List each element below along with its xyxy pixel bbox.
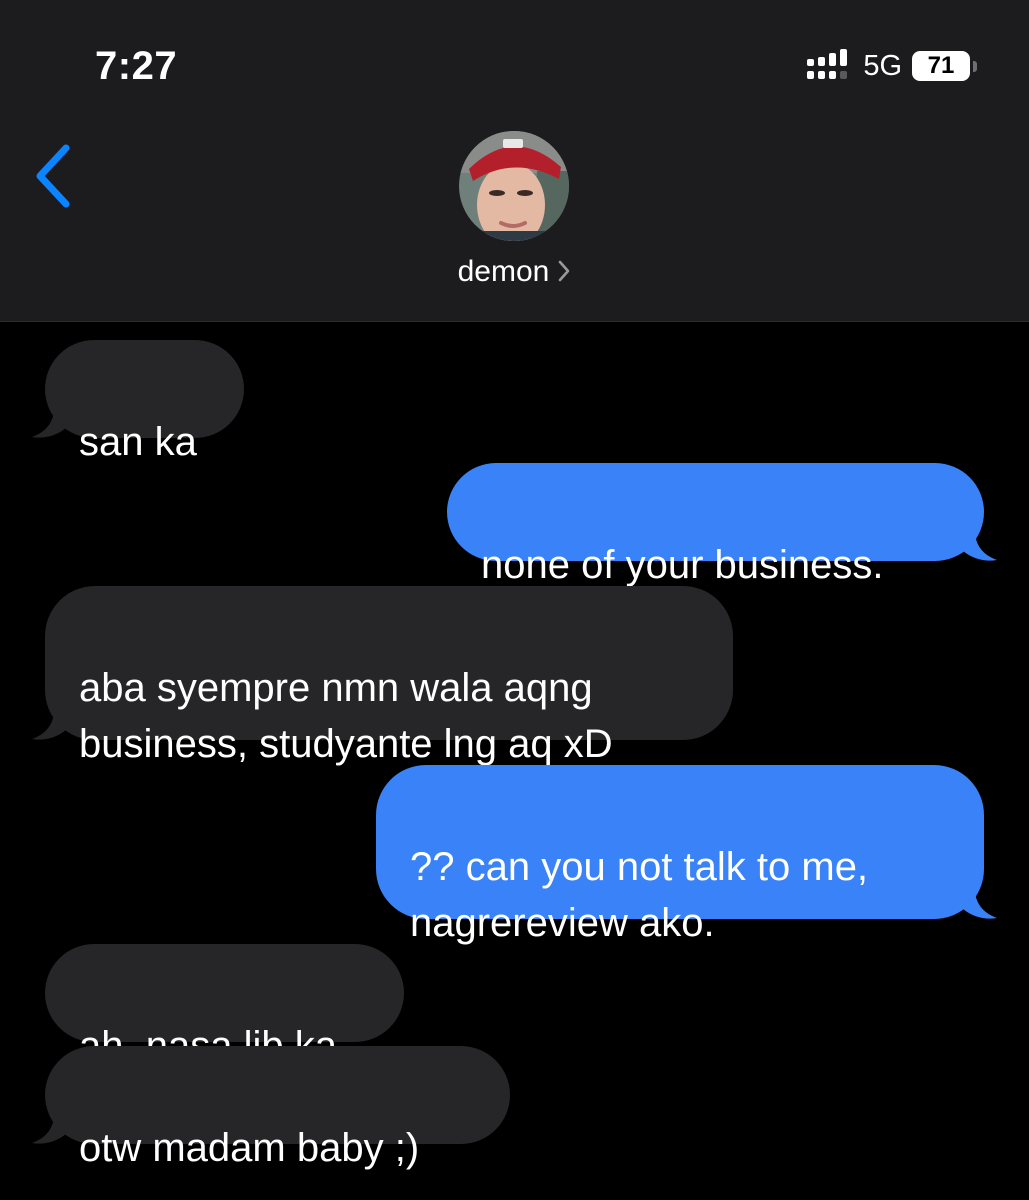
- message-bubble-sent[interactable]: none of your business.: [447, 463, 984, 587]
- status-time: 7:27: [95, 44, 178, 88]
- message-bubble-received[interactable]: aba syempre nmn wala aqng business, stud…: [45, 586, 733, 766]
- avatar-image: [459, 131, 569, 241]
- battery-icon: 71: [912, 51, 970, 81]
- bubble-tail: [963, 889, 997, 919]
- battery-tip: [973, 60, 977, 72]
- bubble-tail: [32, 1114, 66, 1144]
- message-text: san ka: [79, 420, 197, 464]
- contact-avatar[interactable]: [459, 131, 569, 241]
- message-bubble-received[interactable]: otw madam baby ;): [45, 1046, 510, 1170]
- message-bubble-received[interactable]: san ka: [45, 340, 244, 464]
- contact-name-button[interactable]: demon: [0, 252, 1029, 292]
- conversation-header: 7:27 5G 71 demon: [0, 0, 1029, 322]
- message-bubble-received[interactable]: ah, nasa lib ka: [45, 944, 404, 1068]
- chevron-right-icon: [559, 260, 570, 282]
- bubble-tail: [963, 531, 997, 561]
- message-text: ?? can you not talk to me, nagrereview a…: [410, 845, 869, 945]
- status-indicators: 5G 71: [807, 48, 977, 84]
- contact-name: demon: [457, 255, 550, 288]
- network-type: 5G: [863, 50, 902, 82]
- bubble-tail: [32, 408, 66, 438]
- message-text: otw madam baby ;): [79, 1126, 420, 1170]
- battery-level: 71: [927, 52, 955, 79]
- back-chevron-icon[interactable]: [30, 142, 78, 210]
- message-text: none of your business.: [481, 543, 884, 587]
- message-text: aba syempre nmn wala aqng business, stud…: [79, 666, 613, 766]
- message-bubble-sent[interactable]: ?? can you not talk to me, nagrereview a…: [376, 765, 984, 945]
- bubble-tail: [32, 710, 66, 740]
- cellular-signal-icon: [807, 49, 848, 79]
